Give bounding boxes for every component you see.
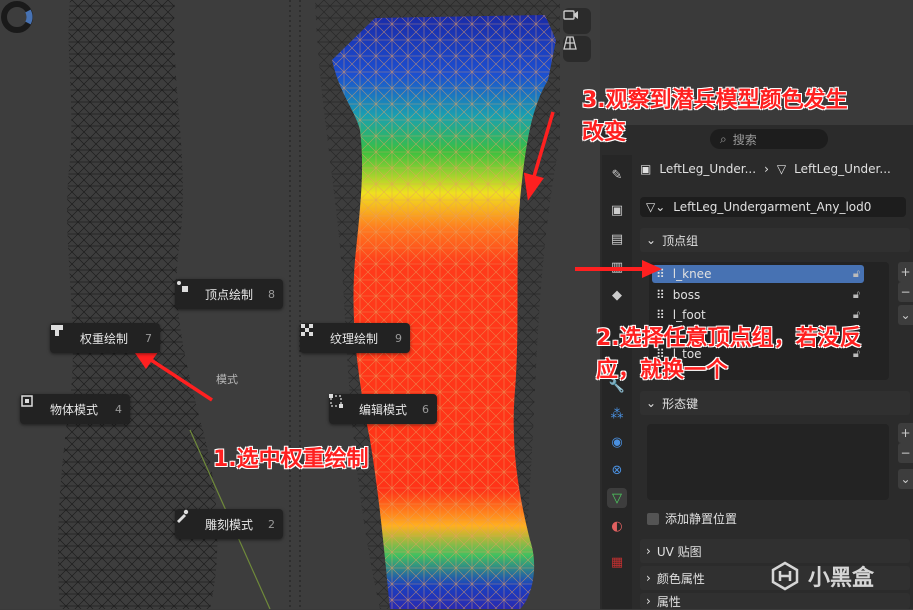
tool-tab-icon[interactable]: ✎ <box>607 165 627 185</box>
vertex-group-name: boss <box>672 288 701 302</box>
annotation-step3-line1: 3.观察到潜兵模型颜色发生 <box>582 88 848 113</box>
particles-tab-icon[interactable]: ⁂ <box>607 404 627 424</box>
watermark-text: 小黑盒 <box>808 566 875 591</box>
pie-item-vertex-paint[interactable]: 顶点绘制 8 <box>175 279 283 309</box>
3d-viewport[interactable]: 顶点绘制 8 权重绘制 7 纹理绘制 9 模式 物体模式 4 编辑模式 6 雕刻… <box>0 0 600 609</box>
vertex-paint-icon <box>177 281 197 301</box>
mesh-name-value: LeftLeg_Undergarment_Any_lod0 <box>673 200 872 214</box>
chevron-right-icon: › <box>646 544 651 558</box>
vertex-group-name: l_knee <box>672 267 712 281</box>
output-tab-icon[interactable]: ▤ <box>607 229 627 249</box>
vertex-groups-title: 顶点组 <box>662 233 699 248</box>
annotation-step2-line2: 应，就换一个 <box>596 358 729 383</box>
vertex-group-row[interactable]: ⠿ boss 🔓︎ <box>652 286 864 304</box>
mesh-name-field[interactable]: ▽⌄ LeftLeg_Undergarment_Any_lod0 <box>640 197 906 217</box>
checkbox-label: 添加静置位置 <box>665 512 738 526</box>
object-mode-icon <box>21 395 42 416</box>
texture-tab-icon[interactable]: ▦ <box>607 552 627 572</box>
vertex-group-icon: ⠿ <box>656 288 665 302</box>
shortcut-number: 4 <box>115 402 122 416</box>
shape-keys-header[interactable]: ⌄ 形态键 <box>640 391 910 415</box>
heybox-logo-icon <box>771 561 799 591</box>
pie-item-edit-mode[interactable]: 编辑模式 6 <box>329 394 437 424</box>
texture-paint-icon <box>301 324 322 345</box>
scene-tab-icon[interactable]: ◆ <box>607 285 627 305</box>
remove-shape-key-button[interactable]: − <box>898 443 913 463</box>
sculpt-brush-icon <box>177 509 197 531</box>
pie-menu-title: 模式 <box>216 373 238 386</box>
annotation-step1: 1.选中权重绘制 <box>213 447 369 472</box>
search-placeholder: 搜索 <box>732 132 757 147</box>
relative-to-rest-checkbox[interactable]: 添加静置位置 <box>647 510 737 527</box>
pie-item-sculpt-mode[interactable]: 雕刻模式 2 <box>175 509 283 539</box>
lock-icon[interactable]: 🔓︎ <box>853 288 860 302</box>
render-tab-icon[interactable]: ▣ <box>607 200 627 220</box>
shape-keys-list[interactable] <box>647 424 889 500</box>
object-icon: ▣ <box>640 162 652 176</box>
chevron-down-icon: ⌄ <box>646 233 657 247</box>
shortcut-number: 2 <box>268 517 275 531</box>
pie-item-label: 物体模式 <box>50 402 99 417</box>
edit-mode-icon <box>329 394 351 416</box>
breadcrumb: ▣ LeftLeg_Under... › ▽ LeftLeg_Under... <box>640 162 891 176</box>
chevron-right-icon: › <box>764 162 769 176</box>
vertex-group-icon: ⠿ <box>656 308 665 322</box>
pie-item-label: 权重绘制 <box>80 331 129 346</box>
pie-item-label: 顶点绘制 <box>205 287 254 302</box>
vertex-group-specials-button[interactable]: ⌄ <box>898 305 913 325</box>
shape-key-specials-button[interactable]: ⌄ <box>898 469 913 489</box>
properties-search-input[interactable]: ⌕ 搜索 <box>710 129 828 149</box>
add-shape-key-button[interactable]: + <box>898 423 913 443</box>
vertex-group-name: l_foot <box>672 308 706 322</box>
chevron-down-icon: ⌄ <box>646 396 657 410</box>
pie-item-object-mode[interactable]: 物体模式 4 <box>20 394 130 424</box>
vertex-group-row[interactable]: ⠿ l_knee 🔓︎ <box>652 265 864 283</box>
annotation-arrow-step2 <box>575 260 662 278</box>
camera-view-icon[interactable] <box>563 8 591 34</box>
breadcrumb-object: LeftLeg_Under... <box>659 162 757 176</box>
attributes-header[interactable]: › 属性 <box>640 593 910 609</box>
vertex-group-row[interactable]: ⠿ l_foot 🔓︎ <box>652 306 864 324</box>
chevron-right-icon: › <box>646 594 651 608</box>
annotation-step2-line1: 2.选择任意顶点组，若没反 <box>596 326 862 351</box>
pie-item-label: 编辑模式 <box>359 402 408 417</box>
attributes-title: 属性 <box>656 594 681 609</box>
physics-tab-icon[interactable]: ◉ <box>607 432 627 452</box>
shortcut-number: 8 <box>268 287 275 301</box>
watermark: 小黑盒 <box>770 560 874 592</box>
shortcut-number: 6 <box>422 402 429 416</box>
search-icon: ⌕ <box>720 131 727 146</box>
mesh-data-tab-icon[interactable]: ▽ <box>607 488 627 508</box>
lock-icon[interactable]: 🔓︎ <box>853 308 860 322</box>
uv-maps-title: UV 贴图 <box>656 544 702 559</box>
mesh-icon: ▽ <box>776 162 787 176</box>
checkbox-box[interactable] <box>647 512 659 525</box>
annotation-step3-line2: 改变 <box>582 120 627 145</box>
grid-view-icon[interactable] <box>563 36 591 62</box>
pie-item-weight-paint[interactable]: 权重绘制 7 <box>50 323 160 353</box>
color-attributes-title: 颜色属性 <box>656 571 705 586</box>
pie-direction-ring-icon <box>1 1 33 33</box>
shortcut-number: 9 <box>395 331 402 345</box>
breadcrumb-mesh: LeftLeg_Under... <box>794 162 891 176</box>
remove-vertex-group-button[interactable]: − <box>898 282 913 302</box>
constraints-tab-icon[interactable]: ⊗ <box>607 460 627 480</box>
chevron-right-icon: › <box>646 571 651 585</box>
weight-paint-icon <box>51 325 72 345</box>
material-tab-icon[interactable]: ◐ <box>607 516 627 536</box>
pie-item-texture-paint[interactable]: 纹理绘制 9 <box>300 323 410 353</box>
vertex-groups-header[interactable]: ⌄ 顶点组 <box>640 228 910 252</box>
pie-item-label: 雕刻模式 <box>205 517 254 532</box>
shortcut-number: 7 <box>145 331 152 345</box>
mesh-icon: ▽⌄ <box>646 200 666 214</box>
add-vertex-group-button[interactable]: + <box>898 262 913 282</box>
lock-icon[interactable]: 🔓︎ <box>853 267 860 281</box>
pie-item-label: 纹理绘制 <box>330 331 379 346</box>
viewport-scene <box>58 0 560 609</box>
shape-keys-title: 形态键 <box>662 396 699 411</box>
